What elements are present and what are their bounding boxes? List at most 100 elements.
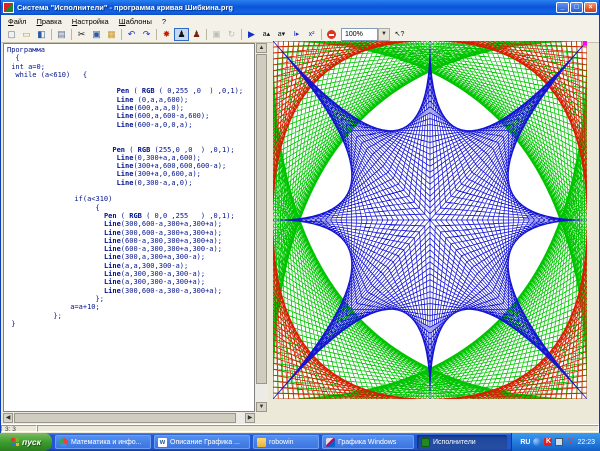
code-line: Line(300,600-a,300+a,300+a); — [7, 229, 254, 237]
code-line: Line(600-a,300,300+a,300-a); — [7, 245, 254, 253]
window-layout-button: ▣ — [209, 28, 224, 41]
code-line: Line(0,300+a,a,600); — [7, 154, 254, 162]
step-into-button[interactable]: a▾ — [274, 28, 289, 41]
toolbar-separator — [121, 29, 122, 40]
new-file-button[interactable]: ▢ — [4, 28, 19, 41]
run-button[interactable]: ▶ — [244, 28, 259, 41]
taskbar-task-folder[interactable]: robowin — [253, 435, 319, 449]
app-icon — [3, 2, 14, 13]
scroll-up-button[interactable]: ▲ — [256, 43, 267, 53]
field-setup-button[interactable]: ✸ — [159, 28, 174, 41]
chrome-icon — [59, 438, 68, 447]
toolbar-separator — [156, 29, 157, 40]
restore-button[interactable]: □ — [570, 2, 583, 13]
code-line: if(a<310) — [7, 195, 254, 203]
toolbar-separator — [51, 29, 52, 40]
task-label: Описание Графика ... — [170, 439, 240, 446]
code-line: Line(300+a,600,600,600-a); — [7, 162, 254, 170]
zoom-value[interactable]: 100% — [341, 28, 378, 41]
tray-blue-ball-icon[interactable] — [533, 438, 541, 446]
chevron-down-icon[interactable]: ▼ — [378, 28, 390, 41]
code-editor[interactable]: Программа { int a=0; while (a<610) { Pen… — [3, 43, 255, 412]
code-line — [7, 137, 254, 145]
start-button[interactable]: пуск — [0, 433, 52, 451]
code-line: }; — [7, 295, 254, 303]
editor-vertical-scrollbar[interactable]: ▲ ▼ — [255, 43, 268, 412]
cut-button[interactable]: ✂ — [74, 28, 89, 41]
system-tray: RU K V 22:23 — [511, 433, 600, 451]
toolbar-separator — [206, 29, 207, 40]
print-button[interactable]: ▤ — [54, 28, 69, 41]
code-line: Line(600-a,0,0,a); — [7, 121, 254, 129]
zoom-combobox[interactable]: 100% ▼ — [341, 28, 390, 41]
tray-display-icon[interactable] — [555, 438, 563, 446]
stop-button[interactable] — [324, 28, 339, 41]
blue-pen — [273, 41, 587, 399]
close-button[interactable]: × — [584, 2, 597, 13]
language-indicator[interactable]: RU — [520, 439, 530, 446]
redo-button[interactable]: ↷ — [139, 28, 154, 41]
code-line — [7, 79, 254, 87]
code-line: Line(300,600-a,300-a,300+a); — [7, 287, 254, 295]
code-line: { — [7, 54, 254, 62]
code-line: int a=0; — [7, 63, 254, 71]
code-line: Line(300,a,300+a,300-a); — [7, 253, 254, 261]
horizontal-scroll-thumb[interactable] — [14, 413, 236, 423]
paint-icon — [326, 438, 335, 447]
executor-debug-button[interactable]: ♟ — [189, 28, 204, 41]
drawing-canvas[interactable] — [273, 41, 587, 399]
cursor-position: 3: 3 — [1, 425, 37, 432]
menu-settings[interactable]: Настройка — [67, 17, 114, 26]
pen-position-marker — [583, 41, 587, 46]
refresh-button: ↻ — [224, 28, 239, 41]
taskbar-task-document[interactable]: w Описание Графика ... — [154, 435, 250, 449]
taskbar-task-graphics[interactable]: Графика Windows — [322, 435, 414, 449]
desktop: Система "Исполнители" - программа кривая… — [0, 0, 600, 451]
scroll-right-button[interactable]: ▶ — [245, 413, 255, 423]
code-line: }; — [7, 312, 254, 320]
variables-button[interactable]: x² — [304, 28, 319, 41]
word-document-icon: w — [158, 438, 167, 447]
task-label: Исполнители — [433, 439, 476, 446]
editor-horizontal-scrollbar[interactable]: ◀ ▶ — [3, 412, 255, 424]
executors-app-icon — [421, 438, 430, 447]
status-message — [37, 425, 599, 432]
paste-button[interactable]: ▦ — [104, 28, 119, 41]
menu-file[interactable]: Файл — [3, 17, 31, 26]
code-line: Pen ( RGB ( 0,255 ,0 ) ,0,1); — [7, 87, 254, 95]
toolbar-separator — [71, 29, 72, 40]
folder-icon — [257, 438, 266, 447]
code-line: } — [7, 320, 254, 328]
taskbar-task-executors[interactable]: Исполнители — [417, 435, 507, 449]
start-label: пуск — [22, 437, 41, 447]
step-over-button[interactable]: a▴ — [259, 28, 274, 41]
menu-templates[interactable]: Шаблоны — [114, 17, 157, 26]
tray-red-v-icon[interactable]: V — [566, 438, 574, 446]
code-line: Line (0,a,a,600); — [7, 96, 254, 104]
save-file-button[interactable]: ◧ — [34, 28, 49, 41]
copy-button[interactable]: ▣ — [89, 28, 104, 41]
title-bar[interactable]: Система "Исполнители" - программа кривая… — [1, 0, 599, 15]
code-line: a=a+10; — [7, 303, 254, 311]
menu-edit[interactable]: Правка — [31, 17, 66, 26]
windows-logo-icon — [11, 438, 19, 446]
code-line: Line(600-a,300,300+a,300+a); — [7, 237, 254, 245]
code-line: Line(600,a,600-a,600); — [7, 112, 254, 120]
code-line: Line(300,600-a,300+a,300+a); — [7, 220, 254, 228]
open-file-button[interactable]: ▭ — [19, 28, 34, 41]
trace-button[interactable]: I▸ — [289, 28, 304, 41]
clock[interactable]: 22:23 — [577, 439, 595, 446]
context-help-button[interactable]: ↖? — [392, 28, 407, 41]
task-label: Математика и инфо... — [71, 439, 142, 446]
taskbar-task-browser[interactable]: Математика и инфо... — [55, 435, 151, 449]
minimize-button[interactable]: _ — [556, 2, 569, 13]
undo-button[interactable]: ↶ — [124, 28, 139, 41]
code-line: while (a<610) { — [7, 71, 254, 79]
menu-help[interactable]: ? — [157, 17, 171, 26]
executor-button[interactable]: ♟ — [174, 28, 189, 41]
scroll-down-button[interactable]: ▼ — [256, 402, 267, 412]
tray-antivirus-icon[interactable]: K — [544, 438, 552, 446]
code-line: Pen ( RGB (255,0 ,0 ) ,0,1); — [7, 146, 254, 154]
vertical-scroll-thumb[interactable] — [256, 54, 267, 384]
scroll-left-button[interactable]: ◀ — [3, 413, 13, 423]
